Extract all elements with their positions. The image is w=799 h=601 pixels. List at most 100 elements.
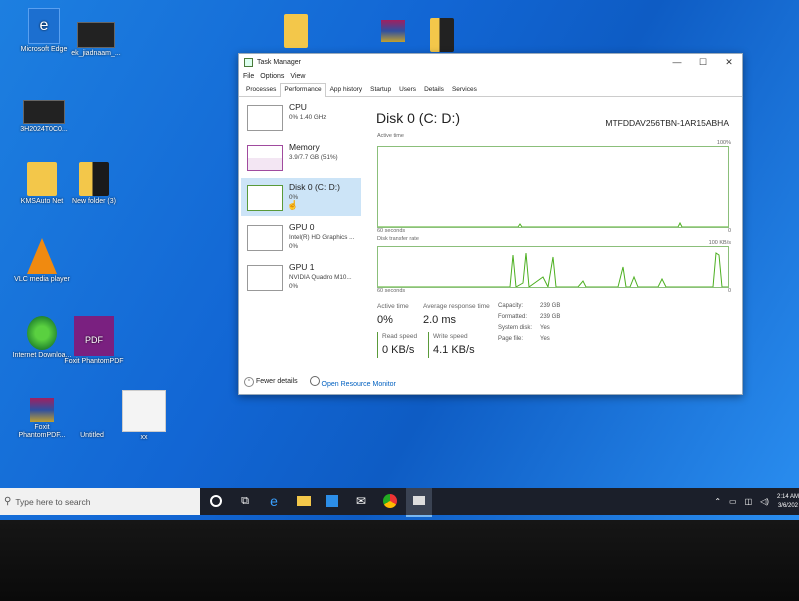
menu-view[interactable]: View <box>290 73 305 80</box>
desktop-icon-video2[interactable]: 3H2024T0C0... <box>14 100 74 134</box>
monitor-bezel <box>0 520 799 601</box>
desktop-icon-video[interactable]: ek_jiadnaam_... <box>66 22 126 58</box>
desktop-icon-vlc[interactable]: VLC media player <box>12 238 72 284</box>
tab-performance[interactable]: Performance <box>280 83 326 97</box>
desktop-icon-kmsauto[interactable]: KMSAuto Net <box>12 162 72 206</box>
task-manager-icon <box>244 57 253 67</box>
winrar-icon <box>381 20 405 42</box>
prop-page-file-key: Page file: <box>498 336 524 342</box>
task-manager-taskbar-icon[interactable] <box>406 488 432 517</box>
store-icon[interactable] <box>323 492 341 510</box>
tab-services[interactable]: Services <box>448 83 481 97</box>
resource-gpu1[interactable]: GPU 1 NVIDIA Quadro M10... 0% <box>241 258 361 296</box>
folder-icon <box>27 162 57 196</box>
taskbar: ⚲ Type here to search ⧉ e ✉ ⌃ ▭ ◫ ◁) 2:1… <box>0 488 799 517</box>
desktop-icon-foxit[interactable]: PDF Foxit PhantomPDF <box>64 316 124 366</box>
menu-file[interactable]: File <box>243 73 254 80</box>
vlc-cone-icon <box>27 238 57 274</box>
active-time-line <box>378 221 728 228</box>
clock[interactable]: 2:14 AM 3/6/202 <box>777 493 799 511</box>
maximize-button[interactable]: ☐ <box>690 57 716 68</box>
transfer-rate-graph-svg <box>378 252 728 289</box>
detail-title: Disk 0 (C: D:) <box>376 110 460 126</box>
minimize-button[interactable]: — <box>664 57 690 68</box>
gpu1-thumbnail-graph <box>247 265 283 291</box>
read-speed-value: 0 KB/s <box>382 344 415 356</box>
disk-thumbnail-graph <box>247 185 283 211</box>
chrome-icon[interactable] <box>381 492 399 510</box>
system-tray: ⌃ ▭ ◫ ◁) 2:14 AM 3/6/202 <box>714 488 799 515</box>
volume-icon[interactable]: ◁) <box>760 497 769 506</box>
disk-model: MTFDDAV256TBN-1AR15ABHA <box>605 118 729 128</box>
resource-gpu0[interactable]: GPU 0 Intel(R) HD Graphics ... 0% <box>241 218 361 256</box>
network-icon[interactable]: ◫ <box>745 497 753 506</box>
disk-detail-panel: Disk 0 (C: D:) MTFDDAV256TBN-1AR15ABHA A… <box>376 110 734 390</box>
winrar-icon <box>30 398 54 422</box>
text-file-icon <box>87 420 97 430</box>
graph2-label: Disk transfer rate <box>377 236 419 242</box>
active-time-graph <box>377 146 729 228</box>
desktop-icon-new-folder[interactable]: New folder (3) <box>64 162 124 206</box>
video-thumbnail-icon <box>77 22 115 48</box>
open-resource-monitor-link[interactable]: Open Resource Monitor <box>309 376 396 388</box>
battery-icon[interactable]: ▭ <box>729 497 737 506</box>
resource-cpu[interactable]: CPU 0% 1.40 GHz <box>241 98 361 136</box>
graph2-time: 60 seconds <box>377 288 406 294</box>
graph1-min: 0 <box>727 228 731 234</box>
resource-disk0[interactable]: Disk 0 (C: D:) 0% ☝ <box>241 178 361 216</box>
task-manager-window: Task Manager — ☐ ✕ File Options View Pro… <box>238 53 743 395</box>
tab-details[interactable]: Details <box>420 83 448 97</box>
resource-memory[interactable]: Memory 3.9/7.7 GB (51%) <box>241 138 361 176</box>
tab-strip: Processes Performance App history Startu… <box>239 83 742 97</box>
search-placeholder: Type here to search <box>15 496 91 507</box>
memory-thumbnail-graph <box>247 145 283 171</box>
folder-icon <box>430 18 454 52</box>
desktop-icon-idm[interactable]: Internet Downloa... <box>12 316 72 360</box>
tab-startup[interactable]: Startup <box>366 83 395 97</box>
search-icon: ⚲ <box>4 496 12 507</box>
graph1-label: Active time <box>377 133 404 139</box>
edge-taskbar-icon[interactable]: e <box>265 492 283 510</box>
tab-processes[interactable]: Processes <box>242 83 280 97</box>
desktop-folder-top[interactable] <box>266 14 326 50</box>
graph1-time: 60 seconds <box>377 228 406 234</box>
resource-list: CPU 0% 1.40 GHz Memory 3.9/7.7 GB (51%) … <box>241 98 361 368</box>
transfer-rate-line <box>378 252 728 289</box>
folder-icon <box>284 14 308 48</box>
write-speed-label: Write speed <box>433 333 468 340</box>
window-footer: ⌃ Fewer details Open Resource Monitor <box>244 376 396 388</box>
menu-bar: File Options View <box>239 70 742 83</box>
write-speed-value: 4.1 KB/s <box>433 344 475 356</box>
mail-icon[interactable]: ✉ <box>352 492 370 510</box>
fewer-details-link[interactable]: ⌃ Fewer details <box>244 377 298 387</box>
task-view-icon[interactable]: ⧉ <box>236 492 254 510</box>
prop-capacity-key: Capacity: <box>498 303 524 309</box>
prop-formatted-value: 239 GB <box>540 314 561 320</box>
file-explorer-icon[interactable] <box>295 492 313 510</box>
menu-options[interactable]: Options <box>260 73 284 80</box>
desktop-icon-xx[interactable]: xx <box>114 390 174 442</box>
desktop-folder-top2[interactable] <box>412 18 472 54</box>
prop-page-file-value: Yes <box>540 336 550 342</box>
search-box[interactable]: ⚲ Type here to search <box>0 488 200 515</box>
prop-formatted-key: Formatted: <box>498 314 528 320</box>
video-thumbnail-icon <box>23 100 65 124</box>
tab-app-history[interactable]: App history <box>326 83 367 97</box>
chevron-up-icon: ⌃ <box>244 377 254 387</box>
title-bar[interactable]: Task Manager — ☐ ✕ <box>239 54 742 70</box>
tab-users[interactable]: Users <box>395 83 420 97</box>
graph2-min: 0 <box>727 288 731 294</box>
resource-monitor-icon <box>309 376 320 386</box>
prop-system-disk-key: System disk: <box>498 325 533 331</box>
close-button[interactable]: ✕ <box>716 57 742 68</box>
chevron-up-icon[interactable]: ⌃ <box>714 497 721 506</box>
cpu-thumbnail-graph <box>247 105 283 131</box>
cortana-icon[interactable] <box>207 492 225 510</box>
desktop-icon-edge[interactable]: e Microsoft Edge <box>14 8 74 54</box>
desktop-icon-untitled[interactable]: Untitled <box>62 420 122 440</box>
transfer-rate-graph <box>377 246 729 289</box>
active-time-label: Active time <box>377 303 409 310</box>
prop-system-disk-value: Yes <box>540 325 550 331</box>
mouse-pointer-icon: ☝ <box>287 200 299 210</box>
active-time-graph-svg <box>378 221 728 228</box>
